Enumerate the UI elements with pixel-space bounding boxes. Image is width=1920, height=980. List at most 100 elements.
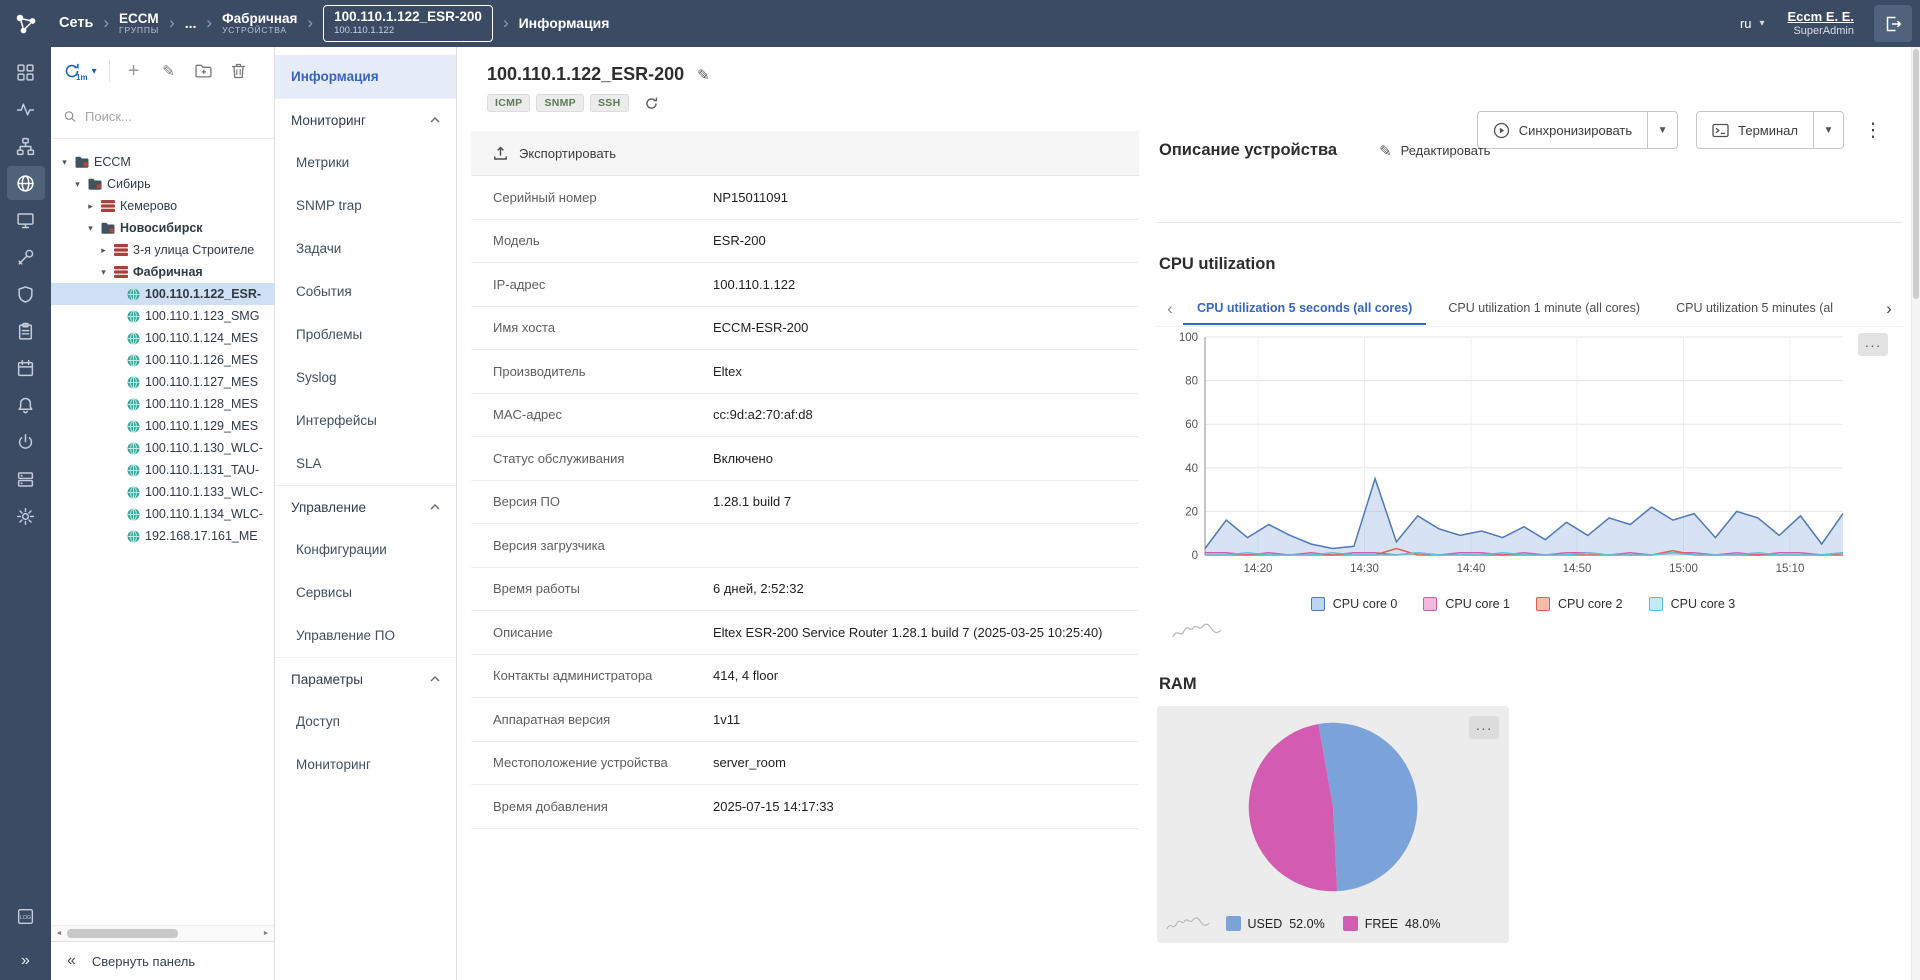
rail-monitoring-button[interactable]: [7, 92, 45, 126]
tree-search-input[interactable]: [85, 109, 261, 124]
cpu-legend-item[interactable]: CPU core 3: [1649, 597, 1736, 611]
info-row-value: cc:9d:a2:70:af:d8: [713, 407, 813, 422]
eccm-logo[interactable]: [0, 0, 51, 47]
tree-collapse-icon[interactable]: ▾: [59, 157, 70, 168]
tabs-scroll-right-icon[interactable]: ›: [1876, 299, 1902, 319]
logout-button[interactable]: [1874, 5, 1912, 42]
breadcrumb-device-group[interactable]: Фабричная УСТРОЙСТВА: [222, 11, 297, 36]
menu-item[interactable]: Доступ: [275, 700, 456, 743]
tree-node-device[interactable]: 100.110.1.129_MES: [51, 415, 274, 437]
edit-description-button[interactable]: ✎ Редактировать: [1379, 142, 1490, 160]
rail-tasks-button[interactable]: [7, 314, 45, 348]
menu-section[interactable]: Мониторинг: [275, 98, 456, 141]
tree-node-folder[interactable]: ▾Сибирь: [51, 173, 274, 195]
rail-power-button[interactable]: [7, 425, 45, 459]
rail-security-button[interactable]: [7, 277, 45, 311]
menu-item[interactable]: Syslog: [275, 356, 456, 399]
menu-item[interactable]: SNMP trap: [275, 184, 456, 227]
tree-node-device[interactable]: 100.110.1.130_WLC-: [51, 437, 274, 459]
tree-node-device[interactable]: 100.110.1.131_TAU-: [51, 459, 274, 481]
tree-node-group[interactable]: ▾Фабричная: [51, 261, 274, 283]
menu-section[interactable]: Параметры: [275, 657, 456, 700]
tree-collapse-icon[interactable]: ▾: [85, 223, 96, 234]
breadcrumb-current-device[interactable]: 100.110.1.122_ESR-200 100.110.1.122: [323, 5, 493, 42]
menu-item[interactable]: Сервисы: [275, 571, 456, 614]
menu-item[interactable]: Управление ПО: [275, 614, 456, 657]
rail-settings-button[interactable]: [7, 499, 45, 533]
menu-item[interactable]: Метрики: [275, 141, 456, 184]
tree-node-folder[interactable]: ▾Новосибирск: [51, 217, 274, 239]
menu-item[interactable]: Информация: [275, 55, 456, 98]
tree-expand-icon[interactable]: ▸: [98, 245, 109, 256]
rail-apps-button[interactable]: [7, 55, 45, 89]
tree-node-device[interactable]: 100.110.1.122_ESR-: [51, 283, 274, 305]
language-selector[interactable]: ru ▾: [1740, 16, 1768, 31]
tree-node-device[interactable]: 100.110.1.133_WLC-: [51, 481, 274, 503]
rail-screens-button[interactable]: [7, 203, 45, 237]
breadcrumb-groups[interactable]: ЕССМ ГРУППЫ: [119, 11, 159, 36]
cpu-legend-item[interactable]: CPU core 2: [1536, 597, 1623, 611]
breadcrumb-ellipsis[interactable]: ...: [185, 15, 197, 31]
menu-item[interactable]: Проблемы: [275, 313, 456, 356]
scrollbar-thumb[interactable]: [67, 929, 178, 938]
ram-legend-item[interactable]: FREE48.0%: [1343, 916, 1441, 931]
rail-log-button[interactable]: LOG: [7, 899, 45, 933]
tree-expand-icon[interactable]: ▸: [85, 201, 96, 212]
tree-sync-button[interactable]: 1m: [63, 62, 88, 80]
add-device-button[interactable]: +: [122, 59, 146, 83]
cpu-legend-item[interactable]: CPU core 1: [1423, 597, 1510, 611]
page-scrollbar[interactable]: [1911, 47, 1920, 980]
tree-node-device[interactable]: 100.110.1.127_MES: [51, 371, 274, 393]
menu-item[interactable]: Мониторинг: [275, 743, 456, 786]
cpu-chart-navigator-sparkline[interactable]: [1171, 619, 1223, 643]
scroll-right-icon[interactable]: ►: [258, 930, 274, 937]
cpu-chart-menu-button[interactable]: ···: [1858, 333, 1888, 356]
cpu-tab[interactable]: CPU utilization 5 seconds (all cores): [1183, 292, 1426, 325]
menu-item[interactable]: Интерфейсы: [275, 399, 456, 442]
ram-chart-menu-button[interactable]: ···: [1469, 716, 1499, 739]
export-button[interactable]: Экспортировать: [471, 131, 1139, 176]
tree-node-device[interactable]: 100.110.1.124_MES: [51, 327, 274, 349]
cpu-tab[interactable]: CPU utilization 1 minute (all cores): [1434, 292, 1654, 325]
menu-section[interactable]: Управление: [275, 485, 456, 528]
scrollbar-track[interactable]: [67, 926, 258, 941]
rail-archive-button[interactable]: [7, 462, 45, 496]
delete-node-button[interactable]: [227, 59, 251, 83]
tree-node-device[interactable]: 100.110.1.128_MES: [51, 393, 274, 415]
add-group-button[interactable]: [192, 59, 216, 83]
rail-tools-button[interactable]: [7, 240, 45, 274]
tree-sync-caret[interactable]: ▾: [92, 66, 97, 77]
refresh-status-button[interactable]: [644, 96, 659, 111]
ram-chart-navigator-sparkline[interactable]: [1165, 913, 1211, 935]
menu-item[interactable]: SLA: [275, 442, 456, 485]
expand-panel-button[interactable]: »: [0, 941, 51, 980]
rail-topology-button[interactable]: [7, 129, 45, 163]
tree-node-group[interactable]: ▸3-я улица Строителе: [51, 239, 274, 261]
tree-collapse-icon[interactable]: ▾: [72, 179, 83, 190]
rail-notifications-button[interactable]: [7, 388, 45, 422]
rail-network-button[interactable]: [7, 166, 45, 200]
scroll-left-icon[interactable]: ◄: [51, 930, 67, 937]
user-menu[interactable]: Eccm E. E. SuperAdmin: [1788, 9, 1854, 39]
tree-node-device[interactable]: 192.168.17.161_ME: [51, 525, 274, 547]
tree-node-group[interactable]: ▸Кемерово: [51, 195, 274, 217]
page-scrollbar-thumb[interactable]: [1913, 49, 1919, 299]
cpu-legend-item[interactable]: CPU core 0: [1311, 597, 1398, 611]
edit-title-icon[interactable]: ✎: [697, 66, 710, 84]
collapse-panel-bar[interactable]: « Свернуть панель: [51, 941, 275, 980]
tree-node-device[interactable]: 100.110.1.134_WLC-: [51, 503, 274, 525]
rail-calendar-button[interactable]: [7, 351, 45, 385]
tree-node-device[interactable]: 100.110.1.126_MES: [51, 349, 274, 371]
menu-item[interactable]: Задачи: [275, 227, 456, 270]
tabs-scroll-left-icon[interactable]: ‹: [1157, 299, 1183, 319]
breadcrumb-network[interactable]: Сеть: [59, 15, 93, 31]
ram-legend-item[interactable]: USED52.0%: [1226, 916, 1325, 931]
menu-item[interactable]: Конфигурации: [275, 528, 456, 571]
edit-node-button[interactable]: ✎: [157, 59, 181, 83]
cpu-tab[interactable]: CPU utilization 5 minutes (al: [1662, 292, 1847, 325]
chevrons-left-icon[interactable]: «: [67, 952, 76, 970]
tree-node-device[interactable]: 100.110.1.123_SMG: [51, 305, 274, 327]
tree-collapse-icon[interactable]: ▾: [98, 267, 109, 278]
tree-node-folder[interactable]: ▾ECCM: [51, 151, 274, 173]
menu-item[interactable]: События: [275, 270, 456, 313]
